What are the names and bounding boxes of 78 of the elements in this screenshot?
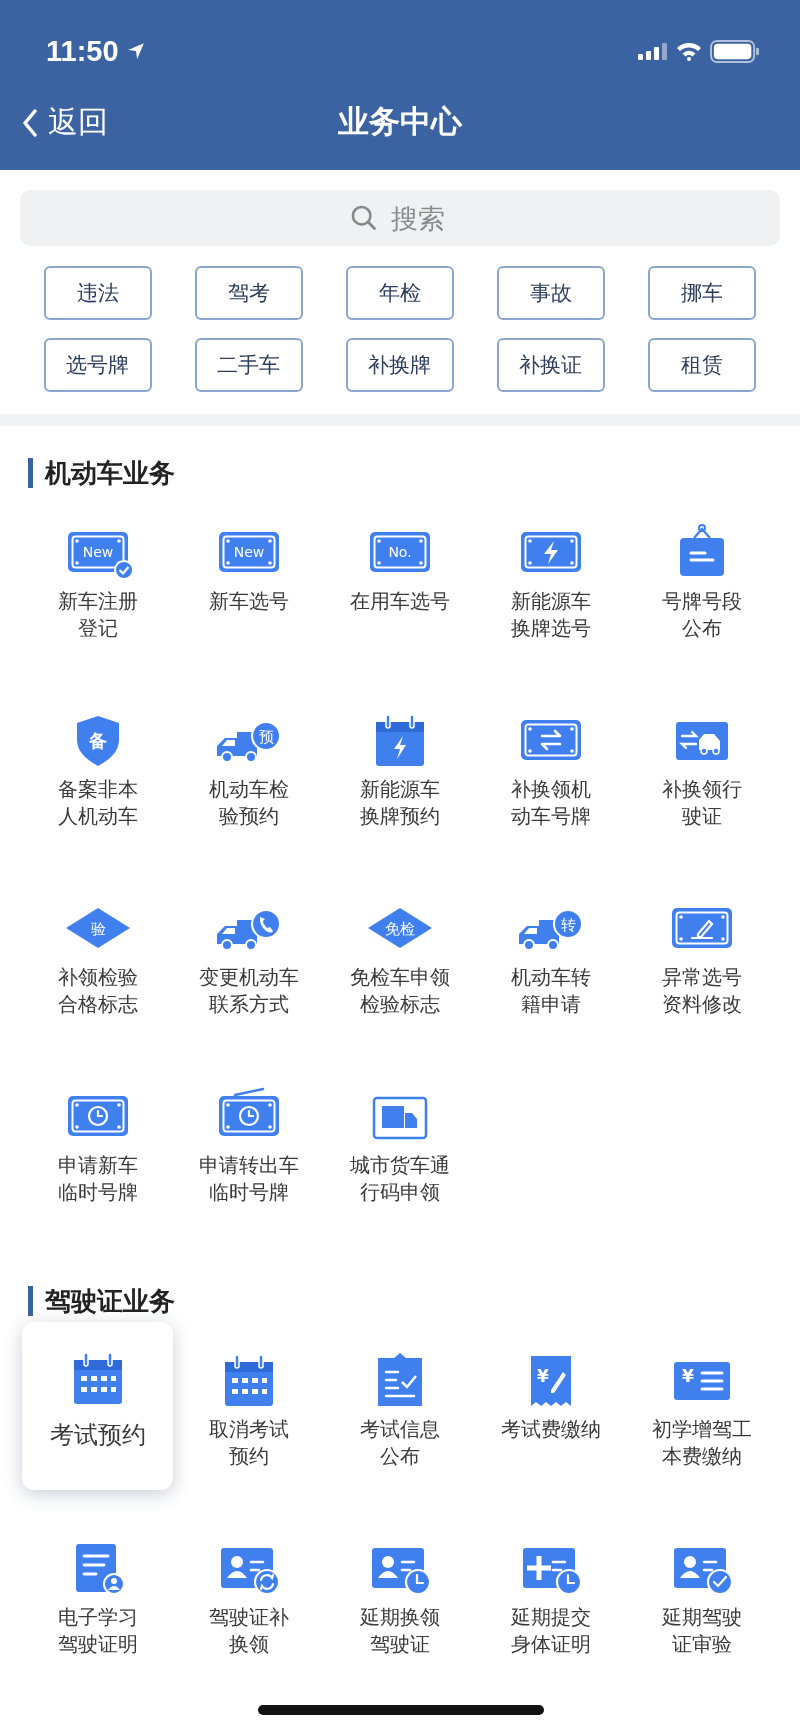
search-icon xyxy=(350,204,378,232)
service-label: 备案非本人机动车 xyxy=(57,776,138,830)
service-label: 申请新车临时号牌 xyxy=(57,1152,138,1206)
back-button[interactable]: 返回 xyxy=(22,102,108,143)
signal-icon xyxy=(638,42,668,60)
category-button[interactable]: 租赁 xyxy=(647,338,756,392)
service-label: 延期提交身体证明 xyxy=(510,1604,591,1658)
service-label: 号牌号段公布 xyxy=(661,588,742,642)
service-tile[interactable]: 号牌号段公布 xyxy=(631,502,772,652)
service-label: 新能源车换牌选号 xyxy=(510,588,591,642)
service-tile[interactable]: No. 在用车选号 xyxy=(329,502,470,652)
service-tile[interactable]: 异常选号资料修改 xyxy=(631,878,772,1028)
service-label: 考试预约 xyxy=(49,1422,146,1449)
service-tile[interactable]: 驾驶证补换领 xyxy=(178,1518,319,1668)
service-label: 驾驶证补换领 xyxy=(208,1604,289,1658)
location-arrow-icon xyxy=(126,42,145,60)
service-label: 电子学习驾驶证明 xyxy=(57,1604,138,1658)
service-label: 申请转出车临时号牌 xyxy=(198,1152,299,1206)
service-tile[interactable]: 新能源车换牌选号 xyxy=(480,502,621,652)
service-tile[interactable]: 延期提交身体证明 xyxy=(480,1518,621,1668)
service-tile[interactable]: 备 备案非本人机动车 xyxy=(27,690,168,840)
service-label: 延期驾驶证审验 xyxy=(661,1604,742,1658)
category-button[interactable]: 补换牌 xyxy=(345,338,454,392)
category-button[interactable]: 二手车 xyxy=(194,338,303,392)
service-tile[interactable]: 变更机动车联系方式 xyxy=(178,878,319,1028)
service-tile[interactable]: 补换领行驶证 xyxy=(631,690,772,840)
service-tile[interactable]: 验 补领检验合格标志 xyxy=(27,878,168,1028)
service-label: 初学增驾工本费缴纳 xyxy=(651,1416,752,1470)
service-label: 补领检验合格标志 xyxy=(57,964,138,1018)
section-title: 机动车业务 xyxy=(28,458,800,488)
service-tile[interactable]: ¥ 初学增驾工本费缴纳 xyxy=(631,1330,772,1480)
service-tile[interactable]: 补换领机动车号牌 xyxy=(480,690,621,840)
section-title: 驾驶证业务 xyxy=(28,1286,800,1316)
service-tile[interactable]: 预 机动车检验预约 xyxy=(178,690,319,840)
service-label: 取消考试预约 xyxy=(208,1416,289,1470)
service-tile[interactable]: 新能源车换牌预约 xyxy=(329,690,470,840)
service-tile[interactable]: 申请转出车临时号牌 xyxy=(178,1066,319,1216)
service-label: 机动车转籍申请 xyxy=(510,964,591,1018)
service-tile[interactable]: 取消考试预约 xyxy=(178,1330,319,1480)
service-label: 补换领行驶证 xyxy=(661,776,742,830)
category-button[interactable]: 年检 xyxy=(345,266,454,320)
category-button[interactable]: 事故 xyxy=(496,266,605,320)
page-title: 业务中心 xyxy=(338,102,462,141)
service-label: 机动车检验预约 xyxy=(208,776,289,830)
service-tile[interactable]: 考试预约 xyxy=(22,1322,173,1490)
category-button[interactable]: 驾考 xyxy=(194,266,303,320)
service-tile[interactable]: 申请新车临时号牌 xyxy=(27,1066,168,1216)
category-button[interactable]: 挪车 xyxy=(647,266,756,320)
service-tile[interactable]: 电子学习驾驶证明 xyxy=(27,1518,168,1668)
service-tile[interactable]: 延期驾驶证审验 xyxy=(631,1518,772,1668)
status-time: 11:50 xyxy=(46,34,119,68)
category-button[interactable]: 补换证 xyxy=(496,338,605,392)
service-tile[interactable]: ¥ 考试费缴纳 xyxy=(480,1330,621,1480)
service-label: 变更机动车联系方式 xyxy=(198,964,299,1018)
category-button[interactable]: 违法 xyxy=(43,266,152,320)
category-button[interactable]: 选号牌 xyxy=(43,338,152,392)
service-label: 免检车申领检验标志 xyxy=(349,964,450,1018)
service-tile[interactable]: 转 机动车转籍申请 xyxy=(480,878,621,1028)
chevron-left-icon xyxy=(22,108,38,137)
search-field[interactable]: 搜索 xyxy=(20,190,780,246)
service-label: 考试费缴纳 xyxy=(500,1416,601,1443)
service-label: 异常选号资料修改 xyxy=(661,964,742,1018)
service-label: 在用车选号 xyxy=(349,588,450,615)
battery-icon xyxy=(710,39,760,63)
service-tile[interactable]: New 新车选号 xyxy=(178,502,319,652)
wifi-icon xyxy=(676,41,702,61)
service-label: 新能源车换牌预约 xyxy=(359,776,440,830)
service-label: 新车选号 xyxy=(208,588,289,615)
service-tile[interactable]: 城市货车通行码申领 xyxy=(329,1066,470,1216)
service-tile[interactable]: New 新车注册登记 xyxy=(27,502,168,652)
service-label: 考试信息公布 xyxy=(359,1416,440,1470)
service-label: 城市货车通行码申领 xyxy=(349,1152,450,1206)
service-label: 延期换领驾驶证 xyxy=(359,1604,440,1658)
service-label: 补换领机动车号牌 xyxy=(510,776,591,830)
service-tile[interactable]: 延期换领驾驶证 xyxy=(329,1518,470,1668)
service-tile[interactable]: 免检 免检车申领检验标志 xyxy=(329,878,470,1028)
service-tile[interactable]: 考试信息公布 xyxy=(329,1330,470,1480)
service-label: 新车注册登记 xyxy=(57,588,138,642)
